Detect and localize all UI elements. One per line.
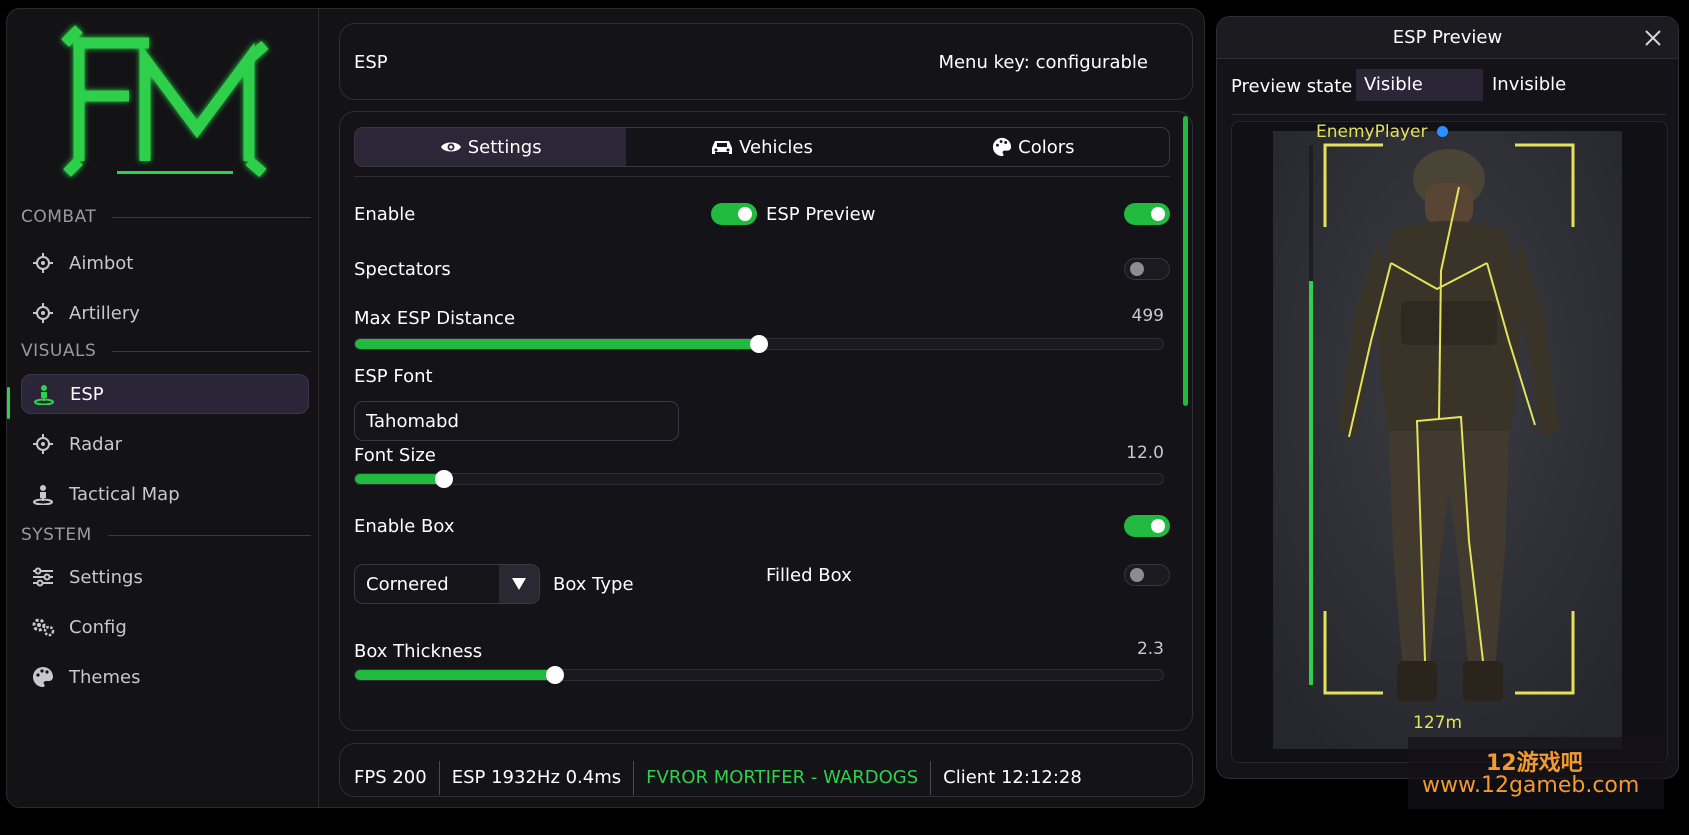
sidebar-item-label: Themes <box>69 666 141 688</box>
gears-icon <box>31 615 55 639</box>
filled-box-toggle[interactable] <box>1124 564 1170 586</box>
sidebar-item-label: Settings <box>69 566 143 588</box>
scrollbar[interactable] <box>1183 116 1188 406</box>
esp-font-label: ESP Font <box>354 366 433 387</box>
sidebar-item-aimbot[interactable]: Aimbot <box>21 243 309 283</box>
crosshair-icon <box>31 432 55 456</box>
health-bar-fill <box>1309 281 1313 685</box>
esp-preview-label: ESP Preview <box>766 204 876 225</box>
close-icon[interactable] <box>1642 27 1664 49</box>
esp-preview-toggle[interactable] <box>1124 203 1170 225</box>
person-pin-icon <box>32 382 56 406</box>
max-distance-label: Max ESP Distance <box>354 308 516 329</box>
box-thickness-slider[interactable] <box>354 666 1164 684</box>
sidebar-item-settings[interactable]: Settings <box>21 557 309 597</box>
chevron-down-icon <box>499 565 539 603</box>
max-distance-slider[interactable] <box>354 335 1164 353</box>
sidebar: COMBAT Aimbot Artillery VISUALS ESP Rada… <box>7 9 319 807</box>
tab-colors[interactable]: Colors <box>898 128 1169 166</box>
enemy-distance: 127m <box>1413 713 1463 733</box>
section-visuals: VISUALS <box>21 339 311 363</box>
box-type-select[interactable]: Cornered <box>354 564 540 604</box>
preview-titlebar[interactable]: ESP Preview <box>1217 17 1678 59</box>
sidebar-item-esp[interactable]: ESP <box>21 374 309 414</box>
preview-scene <box>1273 131 1622 749</box>
preview-state-label: Preview state <box>1231 76 1353 97</box>
person-pin-icon <box>31 482 55 506</box>
menu-key-hint: Menu key: configurable <box>938 52 1148 73</box>
font-size-label: Font Size <box>354 445 436 466</box>
tab-settings[interactable]: Settings <box>355 128 627 166</box>
tab-bar: Settings Vehicles Colors <box>354 127 1170 167</box>
car-icon <box>712 141 733 154</box>
palette-icon <box>31 665 55 689</box>
sidebar-item-config[interactable]: Config <box>21 607 309 647</box>
profile-name: FVROR MORTIFER - WARDOGS <box>633 761 930 795</box>
content-area: ESP Menu key: configurable Settings Vehi… <box>319 9 1204 807</box>
spectators-label: Spectators <box>354 259 451 280</box>
preview-title: ESP Preview <box>1392 27 1503 48</box>
esp-font-input[interactable] <box>354 401 679 441</box>
divider <box>354 176 1170 177</box>
sidebar-item-label: ESP <box>70 383 104 405</box>
box-type-label: Box Type <box>553 574 634 595</box>
filled-box-label: Filled Box <box>766 565 852 586</box>
status-dot <box>1437 126 1448 137</box>
client-time: Client 12:12:28 <box>930 761 1094 795</box>
logo <box>61 25 269 178</box>
watermark: 12游戏吧 www.12gameb.com <box>1408 737 1664 809</box>
sidebar-item-tactical-map[interactable]: Tactical Map <box>21 474 309 514</box>
slider-thumb[interactable] <box>545 666 564 684</box>
enable-box-toggle[interactable] <box>1124 515 1170 537</box>
preview-state-visible[interactable]: Visible <box>1356 69 1483 101</box>
status-panel: FPS 200 ESP 1932Hz 0.4ms FVROR MORTIFER … <box>339 743 1193 797</box>
spectators-toggle[interactable] <box>1124 258 1170 280</box>
crosshair-icon <box>31 301 55 325</box>
enemy-name-label: EnemyPlayer <box>1316 122 1428 142</box>
slider-thumb[interactable] <box>750 335 768 353</box>
preview-state-invisible[interactable]: Invisible <box>1484 69 1574 101</box>
active-indicator <box>7 387 10 419</box>
fps-status: FPS 200 <box>354 767 427 788</box>
tab-vehicles[interactable]: Vehicles <box>626 128 897 166</box>
sidebar-item-artillery[interactable]: Artillery <box>21 293 309 333</box>
enable-box-label: Enable Box <box>354 516 455 537</box>
font-size-slider[interactable] <box>354 470 1164 488</box>
sidebar-item-label: Aimbot <box>69 252 134 274</box>
sidebar-item-radar[interactable]: Radar <box>21 424 309 464</box>
slider-thumb[interactable] <box>434 470 453 488</box>
settings-panel: Settings Vehicles Colors Enable ESP Prev… <box>339 111 1193 731</box>
palette-icon <box>993 137 1012 157</box>
section-system: SYSTEM <box>21 523 311 547</box>
page-title: ESP <box>354 52 388 73</box>
enable-label: Enable <box>354 204 416 225</box>
sidebar-item-label: Radar <box>69 433 122 455</box>
enable-toggle[interactable] <box>711 203 757 225</box>
sidebar-item-label: Tactical Map <box>69 483 180 505</box>
box-thickness-label: Box Thickness <box>354 641 483 662</box>
header-panel: ESP Menu key: configurable <box>339 23 1193 100</box>
sidebar-item-label: Config <box>69 616 127 638</box>
divider <box>1231 114 1666 115</box>
max-distance-value: 499 <box>1131 306 1164 326</box>
sliders-icon <box>31 565 55 589</box>
sidebar-item-themes[interactable]: Themes <box>21 657 309 697</box>
font-size-value: 12.0 <box>1126 443 1164 463</box>
status-bar: FPS 200 ESP 1932Hz 0.4ms FVROR MORTIFER … <box>354 761 1094 795</box>
crosshair-icon <box>31 251 55 275</box>
box-thickness-value: 2.3 <box>1136 639 1164 659</box>
main-window: COMBAT Aimbot Artillery VISUALS ESP Rada… <box>6 8 1205 808</box>
section-combat: COMBAT <box>21 205 311 229</box>
eye-icon <box>440 142 461 152</box>
sidebar-item-label: Artillery <box>69 302 140 324</box>
esp-status: ESP 1932Hz 0.4ms <box>438 761 633 795</box>
